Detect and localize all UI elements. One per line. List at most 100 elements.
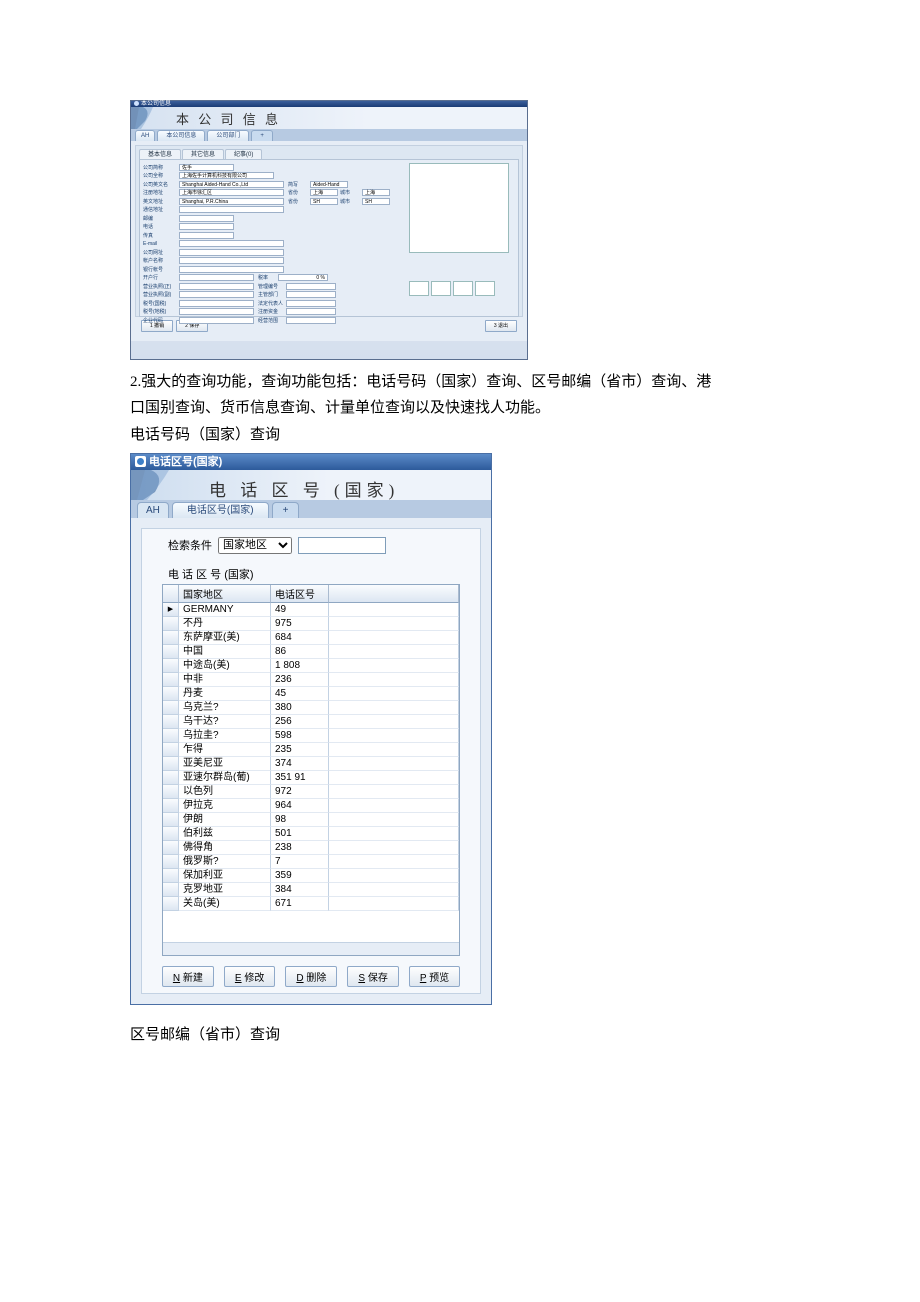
table-row[interactable]: 乌拉圭?598 (163, 729, 459, 743)
table-row[interactable]: 亚美尼亚374 (163, 757, 459, 771)
new-button[interactable]: N 新建 (162, 966, 214, 987)
input-lic2[interactable] (179, 291, 254, 298)
input-fax[interactable] (179, 232, 234, 239)
input-en[interactable]: Shanghai Aided-Hand Co.,Ltd (179, 181, 284, 188)
thumb[interactable] (409, 281, 429, 296)
row-selector[interactable] (163, 729, 179, 743)
row-selector[interactable] (163, 701, 179, 715)
table-row[interactable]: 中途岛(美)1 808 (163, 659, 459, 673)
input-addr-en[interactable]: Shanghai, P.R.China (179, 198, 284, 205)
row-selector[interactable] (163, 799, 179, 813)
input-province2[interactable]: SH (310, 198, 338, 205)
table-row[interactable]: 关岛(美)671 (163, 897, 459, 911)
row-selector[interactable] (163, 645, 179, 659)
tab-ah[interactable]: AH (135, 130, 155, 141)
thumb[interactable] (475, 281, 495, 296)
table-row[interactable]: 中非236 (163, 673, 459, 687)
tab2-ah[interactable]: AH (137, 502, 169, 518)
input-full[interactable]: 上海佐手计算机科技有限公司 (179, 172, 274, 179)
exit-button[interactable]: 3 退出 (485, 320, 517, 332)
table-row[interactable]: 克罗地亚384 (163, 883, 459, 897)
search-select[interactable]: 国家地区 (218, 537, 292, 554)
table-row[interactable]: 俄罗斯?7 (163, 855, 459, 869)
search-input[interactable] (298, 537, 386, 554)
table-row[interactable]: GERMANY49 (163, 603, 459, 617)
thumb[interactable] (431, 281, 451, 296)
input-regcap[interactable] (286, 308, 336, 315)
row-selector[interactable] (163, 757, 179, 771)
row-selector[interactable] (163, 827, 179, 841)
subtab-basic[interactable]: 基本信息 (139, 149, 181, 159)
col-country[interactable]: 国家地区 (179, 585, 271, 603)
row-selector[interactable] (163, 687, 179, 701)
table-row[interactable]: 乌克兰?380 (163, 701, 459, 715)
subtab-other[interactable]: 其它信息 (182, 149, 224, 159)
row-selector[interactable] (163, 855, 179, 869)
table-row[interactable]: 伯利兹501 (163, 827, 459, 841)
input-scope[interactable] (286, 317, 336, 324)
input-city[interactable]: 上海 (362, 189, 390, 196)
col-code[interactable]: 电话区号 (271, 585, 329, 603)
row-selector[interactable] (163, 785, 179, 799)
save-button[interactable]: S 保存 (347, 966, 398, 987)
input-abbr-en[interactable]: Aided-Hand (310, 181, 348, 188)
table-row[interactable]: 中国86 (163, 645, 459, 659)
row-selector[interactable] (163, 715, 179, 729)
table-row[interactable]: 东萨摩亚(美)684 (163, 631, 459, 645)
table-row[interactable]: 佛得角238 (163, 841, 459, 855)
row-selector[interactable] (163, 883, 179, 897)
edit-button[interactable]: E 修改 (224, 966, 275, 987)
input-city2[interactable]: SH (362, 198, 390, 205)
input-mail[interactable] (179, 206, 284, 213)
input-email[interactable] (179, 240, 284, 247)
table-row[interactable]: 亚速尔群岛(葡)351 91 (163, 771, 459, 785)
input-bankacct[interactable] (179, 266, 284, 273)
tab-company-dept[interactable]: 公司部门 (207, 130, 249, 141)
image-placeholder[interactable] (409, 163, 509, 253)
row-selector[interactable] (163, 659, 179, 673)
row-selector[interactable] (163, 897, 179, 911)
tab2-main[interactable]: 电话区号(国家) (172, 502, 269, 518)
input-mgmt[interactable] (286, 283, 336, 290)
row-selector[interactable] (163, 631, 179, 645)
table-row[interactable]: 伊朗98 (163, 813, 459, 827)
row-selector[interactable] (163, 771, 179, 785)
input-addr[interactable]: 上海市徐汇区 (179, 189, 284, 196)
thumb[interactable] (453, 281, 473, 296)
input-province[interactable]: 上海 (310, 189, 338, 196)
tab-plus[interactable]: + (251, 130, 273, 141)
grid-scroll[interactable] (163, 943, 459, 955)
input-rate[interactable]: 0 % (278, 274, 328, 281)
input-tel[interactable] (179, 223, 234, 230)
input-dept[interactable] (286, 291, 336, 298)
row-selector[interactable] (163, 869, 179, 883)
row-selector[interactable] (163, 603, 179, 617)
row-selector[interactable] (163, 673, 179, 687)
tab-company-info[interactable]: 本公司信息 (157, 130, 205, 141)
input-legal[interactable] (286, 300, 336, 307)
input-code[interactable] (179, 317, 254, 324)
row-selector[interactable] (163, 617, 179, 631)
table-row[interactable]: 不丹975 (163, 617, 459, 631)
input-abbr[interactable]: 佐手 (179, 164, 234, 171)
row-selector[interactable] (163, 743, 179, 757)
row-selector[interactable] (163, 841, 179, 855)
input-web[interactable] (179, 249, 284, 256)
tab2-plus[interactable]: + (272, 502, 300, 518)
table-row[interactable]: 丹麦45 (163, 687, 459, 701)
subtab-records[interactable]: 纪事(0) (225, 149, 262, 159)
row-selector[interactable] (163, 813, 179, 827)
delete-button[interactable]: D 删除 (285, 966, 337, 987)
table-row[interactable]: 乌干达?256 (163, 715, 459, 729)
input-taxn[interactable] (179, 300, 254, 307)
table-row[interactable]: 保加利亚359 (163, 869, 459, 883)
input-post[interactable] (179, 215, 234, 222)
input-taxl[interactable] (179, 308, 254, 315)
table-row[interactable]: 伊拉克964 (163, 799, 459, 813)
table-row[interactable]: 乍得235 (163, 743, 459, 757)
preview-button[interactable]: P 预览 (409, 966, 460, 987)
table-row[interactable]: 以色列972 (163, 785, 459, 799)
window2-titlebar[interactable]: 电话区号(国家) (131, 454, 491, 470)
input-lic1[interactable] (179, 283, 254, 290)
input-acct[interactable] (179, 257, 284, 264)
